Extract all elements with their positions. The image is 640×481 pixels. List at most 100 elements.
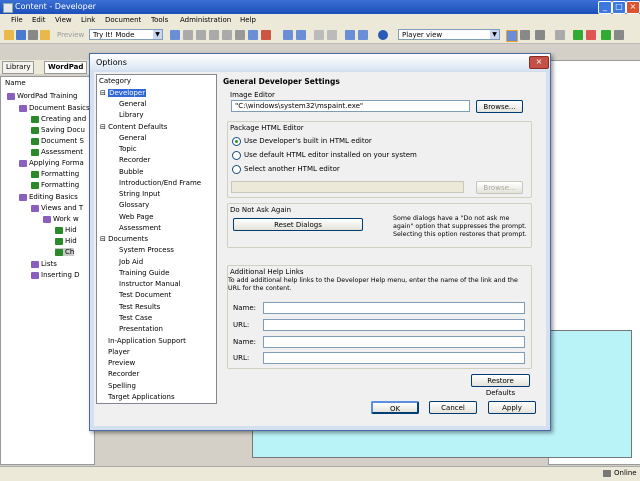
find-icon[interactable] — [248, 30, 258, 40]
clipboard-icon[interactable] — [209, 30, 219, 40]
image-editor-path-input[interactable]: "C:\windows\system32\mspaint.exe" — [231, 100, 470, 112]
category-item[interactable]: Topic — [119, 145, 137, 153]
reset-dialogs-button[interactable]: Reset Dialogs — [233, 218, 363, 231]
category-item[interactable]: Assessment — [119, 224, 161, 232]
save-icon[interactable] — [16, 30, 26, 40]
category-item[interactable]: Preview — [108, 359, 135, 367]
category-item[interactable]: General — [119, 134, 147, 142]
copy-icon[interactable] — [183, 30, 193, 40]
category-item[interactable]: Test Document — [119, 291, 171, 299]
delete-icon[interactable] — [235, 30, 245, 40]
tree-item[interactable]: Assessment — [31, 148, 83, 156]
category-item-developer[interactable]: ⊟ Developer — [100, 89, 147, 97]
category-item[interactable]: Bubble — [119, 168, 143, 176]
category-item[interactable]: Recorder — [108, 370, 139, 378]
cancel-button[interactable]: Cancel — [429, 401, 477, 414]
menu-tools[interactable]: Tools — [151, 16, 168, 24]
tree-item[interactable]: Inserting D — [31, 271, 80, 279]
layout-icon[interactable] — [506, 30, 518, 42]
record-icon[interactable] — [261, 30, 271, 40]
tree-item[interactable]: Creating and — [31, 115, 86, 123]
tree-item[interactable]: Formatting — [31, 181, 79, 189]
help-icon[interactable] — [378, 30, 388, 40]
category-item[interactable]: General — [119, 100, 147, 108]
tree-item[interactable]: Document S — [31, 137, 84, 145]
category-item[interactable]: Library — [119, 111, 143, 119]
category-item[interactable]: Glossary — [119, 201, 149, 209]
lock-icon[interactable] — [586, 30, 596, 40]
category-item[interactable]: Training Guide — [119, 269, 169, 277]
category-item[interactable]: Presentation — [119, 325, 163, 333]
new-icon[interactable] — [4, 30, 14, 40]
split-icon[interactable] — [535, 30, 545, 40]
tab-library[interactable]: Library — [2, 61, 35, 74]
grid-icon[interactable] — [555, 30, 565, 40]
category-item[interactable]: Introduction/End Frame — [119, 179, 201, 187]
dialog-close-button[interactable]: × — [529, 56, 549, 69]
radio-builtin-editor[interactable] — [232, 137, 241, 146]
other-editor-browse-button[interactable]: Browse... — [476, 181, 523, 194]
menu-view[interactable]: View — [55, 16, 72, 24]
minimize-button[interactable]: _ — [598, 1, 612, 14]
tree-item[interactable]: Lists — [31, 260, 57, 268]
view-select[interactable]: Player view ▼ — [398, 29, 500, 40]
menu-link[interactable]: Link — [81, 16, 95, 24]
category-item[interactable]: Test Results — [119, 303, 160, 311]
undo-icon[interactable] — [283, 30, 293, 40]
category-item[interactable]: Job Aid — [119, 258, 143, 266]
radio-default-editor[interactable] — [232, 151, 241, 160]
paste-icon[interactable] — [196, 30, 206, 40]
tree-item[interactable]: Document Basics — [19, 104, 90, 112]
maximize-button[interactable]: □ — [612, 1, 626, 14]
help-link-url-input-1[interactable] — [263, 319, 525, 331]
mode-select[interactable]: Try It! Mode ▼ — [89, 29, 163, 40]
tree-item[interactable]: Editing Basics — [19, 193, 78, 201]
ok-button[interactable]: OK — [371, 401, 419, 414]
cut-icon[interactable] — [170, 30, 180, 40]
category-item-documents[interactable]: ⊟ Documents — [100, 235, 148, 243]
pane-icon[interactable] — [520, 30, 530, 40]
category-item[interactable]: System Process — [119, 246, 174, 254]
menu-document[interactable]: Document — [105, 16, 141, 24]
tree-item[interactable]: Applying Forma — [19, 159, 84, 167]
properties-icon[interactable] — [345, 30, 355, 40]
settings-icon[interactable] — [614, 30, 624, 40]
tree-item[interactable]: Hid — [55, 226, 77, 234]
help-link-name-input-1[interactable] — [263, 302, 525, 314]
menu-file[interactable]: File — [11, 16, 23, 24]
category-item[interactable]: Target Applications — [108, 393, 175, 401]
help-link-url-input-2[interactable] — [263, 352, 525, 364]
restore-defaults-button[interactable]: Restore Defaults — [471, 374, 530, 397]
link-icon[interactable] — [222, 30, 232, 40]
indent-icon[interactable] — [327, 30, 337, 40]
tree-item[interactable]: WordPad Training — [7, 92, 77, 100]
menu-edit[interactable]: Edit — [32, 16, 46, 24]
tree-item[interactable]: Formatting — [31, 170, 79, 178]
print-icon[interactable] — [28, 30, 38, 40]
category-item[interactable]: In-Application Support — [108, 337, 186, 345]
category-item[interactable]: Player — [108, 348, 130, 356]
help-link-name-input-2[interactable] — [263, 336, 525, 348]
outdent-icon[interactable] — [314, 30, 324, 40]
other-editor-path-input[interactable] — [231, 181, 464, 193]
check-icon[interactable] — [573, 30, 583, 40]
tree-item-selected[interactable]: Ch — [55, 248, 75, 256]
redo-icon[interactable] — [296, 30, 306, 40]
category-item[interactable]: Test Case — [119, 314, 152, 322]
category-item[interactable]: Spelling — [108, 382, 136, 390]
menu-administration[interactable]: Administration — [180, 16, 231, 24]
tree-item[interactable]: Hid — [55, 237, 77, 245]
tree-item[interactable]: Saving Docu — [31, 126, 85, 134]
close-window-button[interactable]: × — [626, 1, 640, 14]
category-item-content-defaults[interactable]: ⊟ Content Defaults — [100, 123, 167, 131]
open-icon[interactable] — [40, 30, 50, 40]
menu-help[interactable]: Help — [240, 16, 256, 24]
radio-other-editor[interactable] — [232, 165, 241, 174]
check-in-icon[interactable] — [601, 30, 611, 40]
tree-item[interactable]: Views and T — [31, 204, 83, 212]
outline-icon[interactable] — [358, 30, 368, 40]
image-editor-browse-button[interactable]: Browse... — [476, 100, 523, 113]
tab-wordpad[interactable]: WordPad — [44, 61, 88, 74]
tree-item[interactable]: Work w — [43, 215, 79, 223]
category-item[interactable]: String Input — [119, 190, 160, 198]
